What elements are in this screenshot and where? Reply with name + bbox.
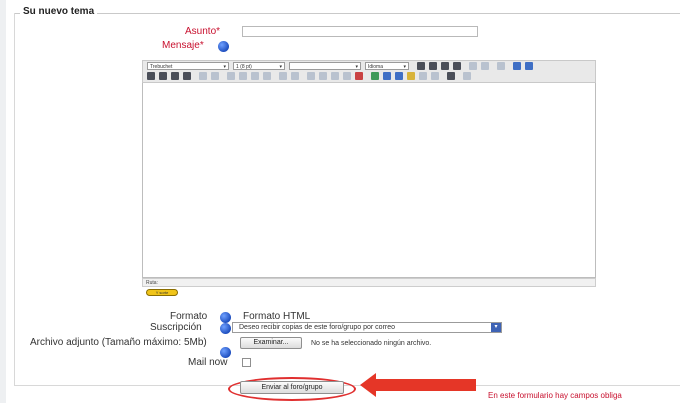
subscription-value: Deseo recibir copias de este foro/grupo … xyxy=(239,324,396,331)
required-marker: * xyxy=(216,26,221,37)
bold-icon[interactable] xyxy=(417,62,425,70)
toolbar-row-2 xyxy=(145,72,595,82)
fieldset-legend: Su nuevo tema xyxy=(20,6,98,17)
italic-icon[interactable] xyxy=(429,62,437,70)
image-icon[interactable] xyxy=(371,72,379,80)
indent-icon[interactable] xyxy=(263,72,271,80)
required-marker: * xyxy=(199,40,204,51)
subject-input[interactable] xyxy=(242,26,478,37)
clean-icon[interactable] xyxy=(497,62,505,70)
fieldset-border xyxy=(14,13,680,14)
align-center-icon[interactable] xyxy=(159,72,167,80)
editor-resize-handle[interactable]: Y sorte xyxy=(146,289,178,296)
nolink-icon[interactable] xyxy=(355,72,363,80)
browse-button[interactable]: Examinar... xyxy=(240,337,302,349)
emoticon-icon[interactable] xyxy=(407,72,415,80)
subject-label-text: Asunto xyxy=(185,26,217,37)
subscription-select[interactable]: Deseo recibir copias de este foro/grupo … xyxy=(232,322,502,333)
background-color-icon[interactable] xyxy=(291,72,299,80)
format-value: Formato HTML xyxy=(243,311,311,322)
subject-label: Asunto* xyxy=(185,26,220,37)
strikethrough-icon[interactable] xyxy=(453,62,461,70)
submit-button[interactable]: Enviar al foro/grupo xyxy=(240,381,344,394)
unlink-icon[interactable] xyxy=(343,72,351,80)
html-source-icon[interactable] xyxy=(447,72,455,80)
language-select[interactable]: Idioma xyxy=(365,62,409,71)
table-icon[interactable] xyxy=(383,72,391,80)
mail-now-checkbox[interactable] xyxy=(242,358,251,367)
fullscreen-icon[interactable] xyxy=(463,72,471,80)
justify-icon[interactable] xyxy=(183,72,191,80)
redo-icon[interactable] xyxy=(525,62,533,70)
text-color-icon[interactable] xyxy=(279,72,287,80)
subscription-label: Suscripción xyxy=(150,322,202,333)
required-fields-note: En este formulario hay campos obliga xyxy=(488,391,622,400)
align-right-icon[interactable] xyxy=(171,72,179,80)
fieldset-border-left xyxy=(14,13,15,385)
align-left-icon[interactable] xyxy=(147,72,155,80)
message-label-text: Mensaje xyxy=(162,40,200,51)
search-replace-icon[interactable] xyxy=(419,72,427,80)
editor-path-bar: Ruta: xyxy=(142,278,596,287)
horizontal-rule-icon[interactable] xyxy=(307,72,315,80)
unordered-list-icon[interactable] xyxy=(239,72,247,80)
special-char-icon[interactable] xyxy=(395,72,403,80)
message-label: Mensaje* xyxy=(162,40,204,51)
size-select[interactable]: 1 (8 pt) xyxy=(233,62,285,71)
ltr-icon[interactable] xyxy=(199,72,207,80)
ordered-list-icon[interactable] xyxy=(227,72,235,80)
subscript-icon[interactable] xyxy=(469,62,477,70)
toolbar-row-1: Trebuchet 1 (8 pt) Idioma xyxy=(145,62,595,72)
link-icon[interactable] xyxy=(331,72,339,80)
format-label: Formato xyxy=(170,311,208,322)
anchor-icon[interactable] xyxy=(319,72,327,80)
undo-icon[interactable] xyxy=(513,62,521,70)
help-icon[interactable] xyxy=(218,41,229,52)
dropdown-arrow-icon: ▾ xyxy=(491,323,501,332)
font-select[interactable]: Trebuchet xyxy=(147,62,229,71)
spellcheck-icon[interactable] xyxy=(431,72,439,80)
underline-icon[interactable] xyxy=(441,62,449,70)
attachment-label: Archivo adjunto (Tamaño máximo: 5Mb) xyxy=(30,337,207,348)
message-editor[interactable] xyxy=(142,83,596,278)
mail-now-label: Mail now xyxy=(188,357,228,368)
help-icon[interactable] xyxy=(220,323,231,334)
superscript-icon[interactable] xyxy=(481,62,489,70)
editor-toolbar: Trebuchet 1 (8 pt) Idioma xyxy=(142,60,596,83)
annotation-arrow-body xyxy=(374,379,476,391)
format-select[interactable] xyxy=(289,62,361,71)
rtl-icon[interactable] xyxy=(211,72,219,80)
help-icon[interactable] xyxy=(220,312,231,323)
outdent-icon[interactable] xyxy=(251,72,259,80)
no-file-text: No se ha seleccionado ningún archivo. xyxy=(311,340,432,347)
